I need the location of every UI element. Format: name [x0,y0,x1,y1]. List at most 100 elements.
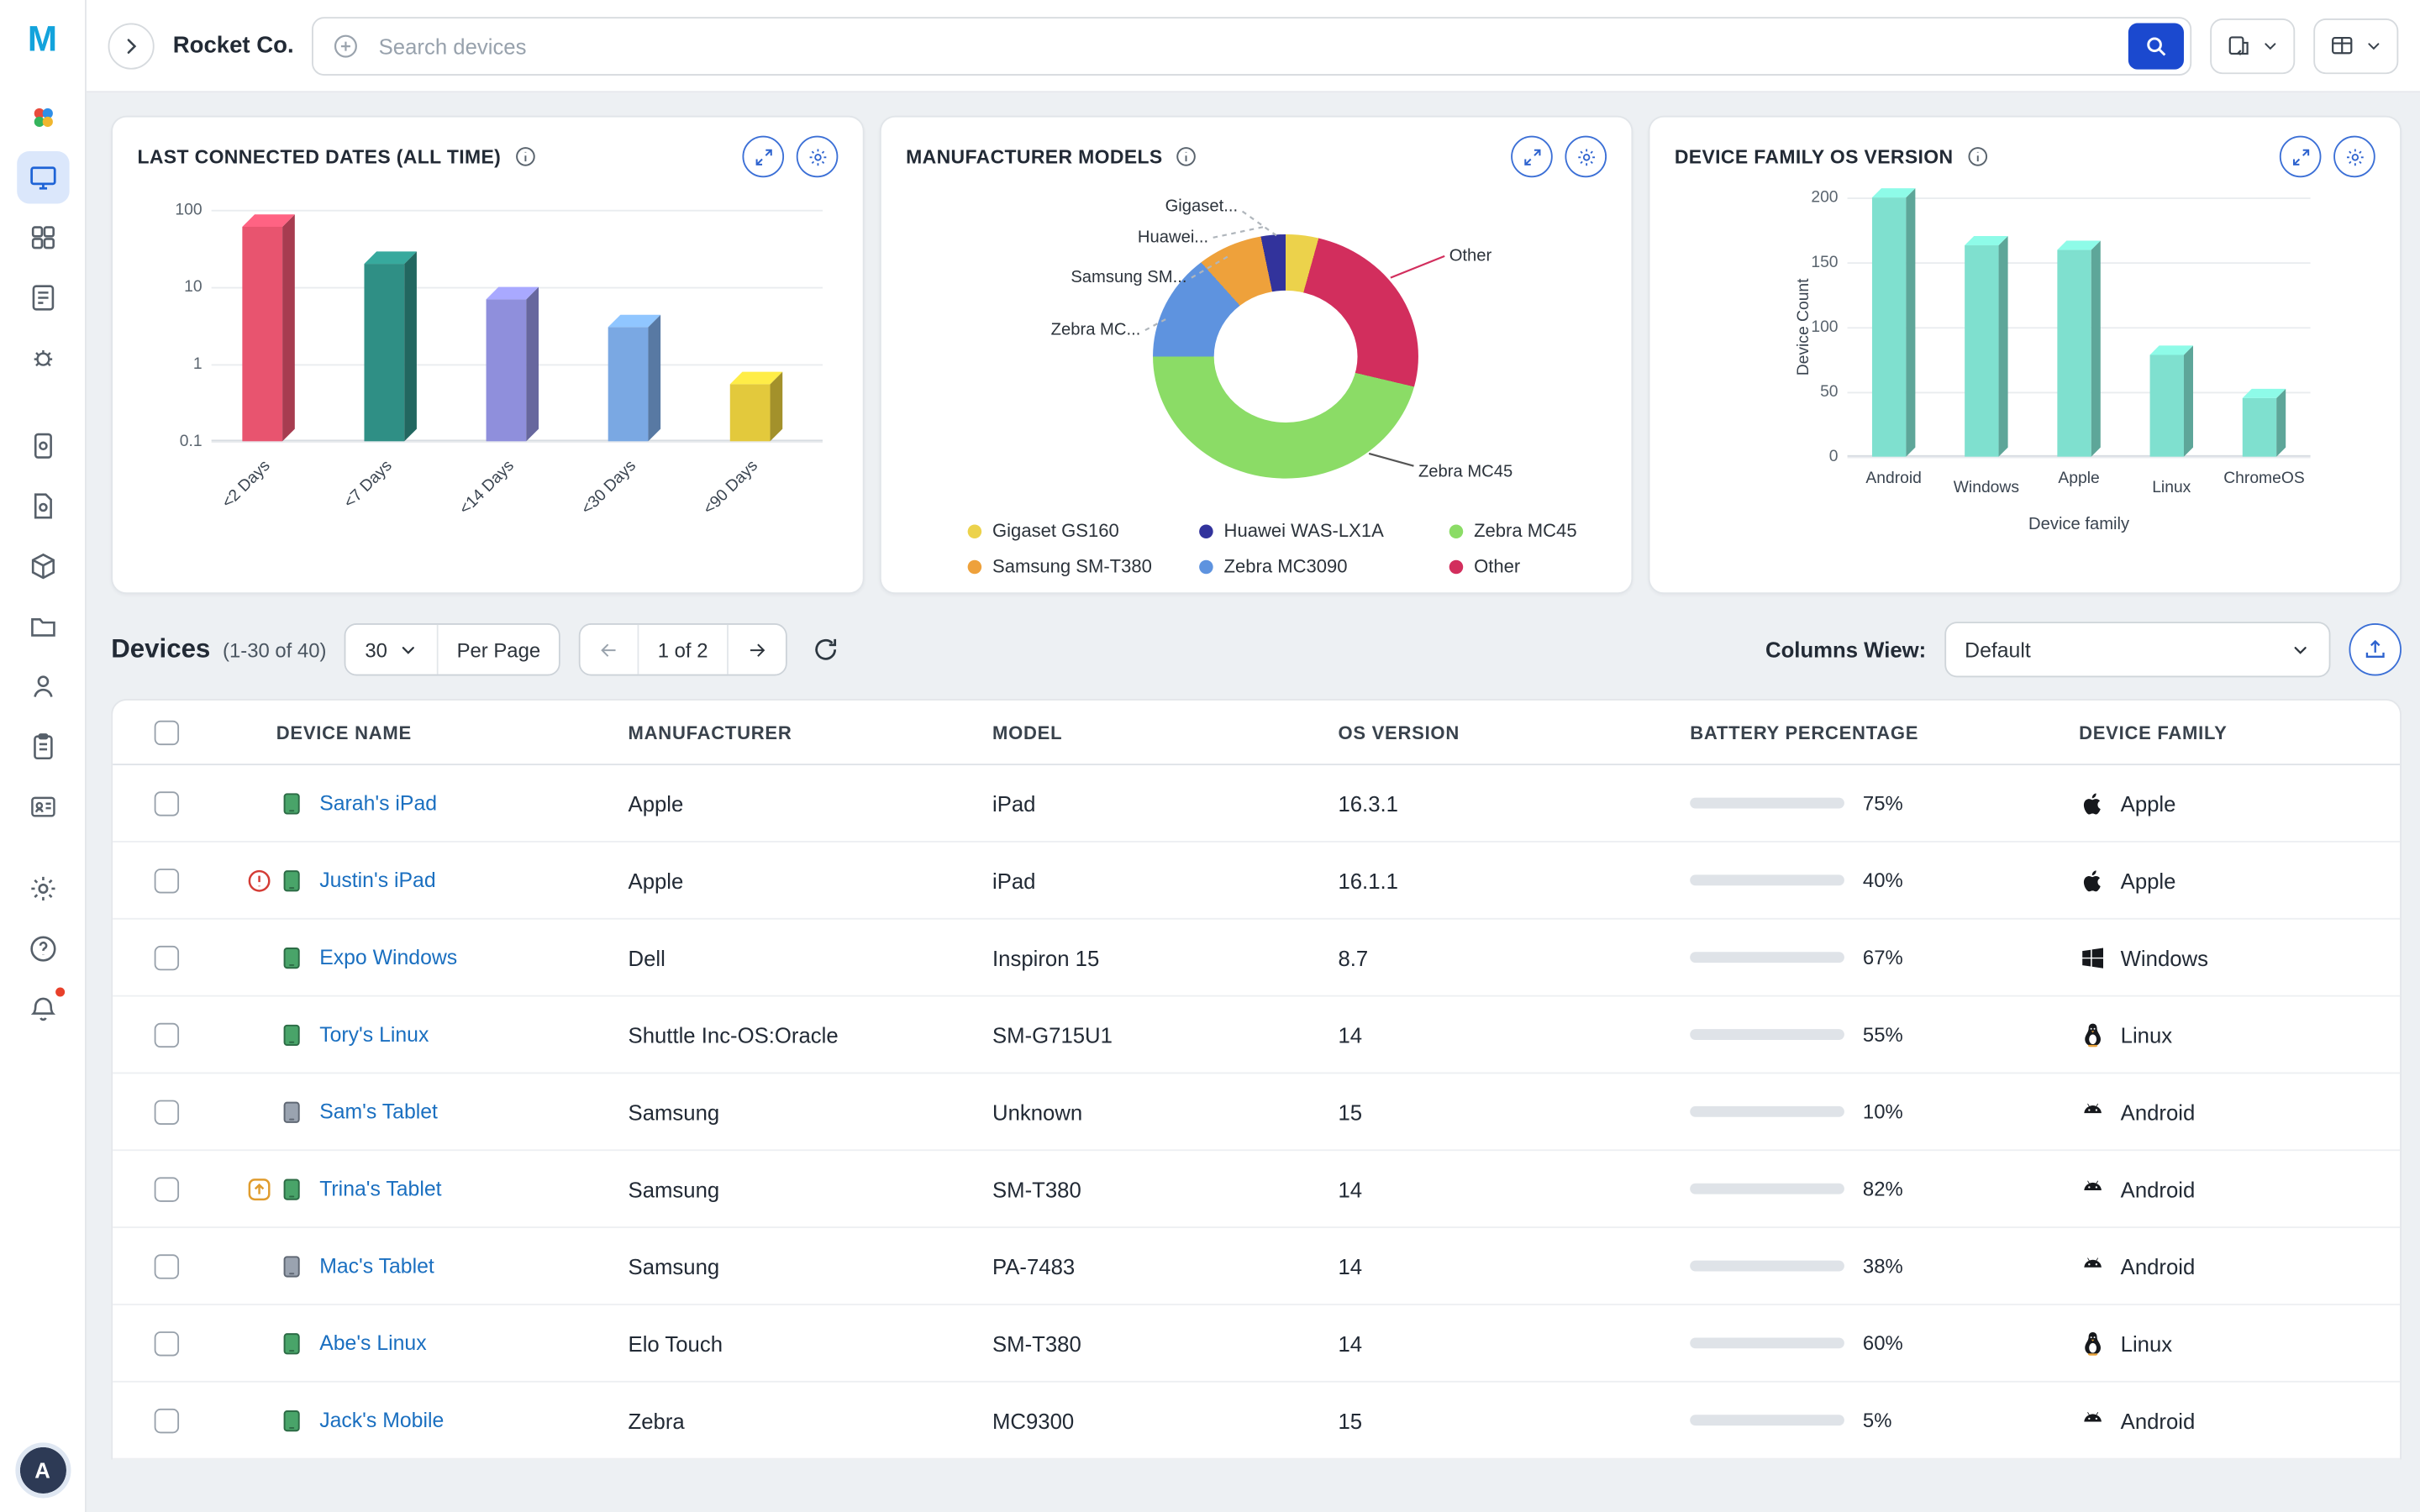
expand-chart-button[interactable] [2280,136,2322,178]
sidebar-item-users[interactable] [16,660,68,712]
expand-icon [2290,146,2312,168]
prev-page-button[interactable] [581,625,639,675]
row-checkbox[interactable] [155,1100,179,1124]
donut-chart[interactable] [1153,234,1418,479]
app-logo[interactable]: M [28,18,57,60]
battery-bar [1690,1261,1844,1272]
per-page-select[interactable]: 30 [346,625,438,675]
row-checkbox[interactable] [155,868,179,892]
sidebar-item-device-settings[interactable] [16,420,68,472]
sidebar-item-folders[interactable] [16,600,68,652]
device-name-link[interactable]: Mac's Tablet [319,1254,434,1278]
battery-bar [1690,1337,1844,1348]
sidebar-expand-button[interactable] [108,23,155,69]
manufacturer-cell: Samsung [576,1100,946,1124]
sidebar-item-devices-monitor[interactable] [16,151,68,203]
bar-<7 Days[interactable] [364,264,404,441]
device-family-cell: Linux [2042,1329,2400,1357]
expand-chart-button[interactable] [1511,136,1553,178]
column-header-model[interactable]: MODEL [946,722,1301,743]
table-row[interactable]: Abe's LinuxElo TouchSM-T3801460%Linux [113,1305,2400,1383]
sidebar-item-id-badge[interactable] [16,780,68,832]
notifications-icon [27,994,58,1025]
sidebar-item-packages[interactable] [16,540,68,592]
table-row[interactable]: Expo WindowsDellInspiron 158.767%Windows [113,920,2400,997]
column-header-device-family[interactable]: DEVICE FAMILY [2042,722,2400,743]
device-name-link[interactable]: Trina's Tablet [319,1177,441,1200]
row-checkbox[interactable] [155,1022,179,1047]
legend-item: Samsung SM-T380 [968,555,1200,577]
device-name-link[interactable]: Justin's iPad [319,869,435,892]
sidebar-item-automation[interactable] [16,332,68,384]
users-icon [27,671,58,702]
bar-Android[interactable] [1872,197,1906,457]
chart-legend: Gigaset GS160Huawei WAS-LX1AZebra MC45Sa… [968,520,1634,577]
sidebar-item-apps-colorful[interactable] [16,91,68,143]
info-icon[interactable] [513,145,537,169]
bar-Windows[interactable] [1965,245,1998,456]
column-header-manufacturer[interactable]: MANUFACTURER [576,722,946,743]
table-row[interactable]: Justin's iPadAppleiPad16.1.140%Apple [113,843,2400,920]
device-name-link[interactable]: Expo Windows [319,946,457,969]
search-input[interactable] [376,32,2112,60]
sidebar-item-help[interactable] [16,922,68,974]
device-name-link[interactable]: Abe's Linux [319,1331,426,1355]
bar-Apple[interactable] [2057,249,2091,457]
plus-circle-icon[interactable] [333,32,360,60]
y-tick-label: 100 [1786,318,1838,336]
sidebar-item-settings[interactable] [16,863,68,915]
column-header-device-name[interactable]: DEVICE NAME [221,722,576,743]
row-checkbox[interactable] [155,790,179,815]
view-options-button[interactable] [2313,18,2398,73]
sidebar-item-notifications[interactable] [16,983,68,1035]
info-icon[interactable] [1965,145,1989,169]
sidebar-item-inventory[interactable] [16,721,68,773]
bar-<30 Days[interactable] [608,328,649,442]
sidebar-item-enrollment-form[interactable] [16,271,68,323]
device-name-link[interactable]: Sarah's iPad [319,791,437,815]
layout-columns-icon [2329,33,2355,59]
os-version-cell: 16.3.1 [1301,790,1655,815]
expand-chart-button[interactable] [742,136,784,178]
bar-<2 Days[interactable] [242,227,282,441]
refresh-button[interactable] [805,629,845,669]
battery-bar [1690,798,1844,809]
row-checkbox[interactable] [155,1177,179,1201]
file-sync-button[interactable] [2210,18,2295,73]
device-name-link[interactable]: Jack's Mobile [319,1409,444,1432]
info-icon[interactable] [1175,145,1198,169]
bar-ChromeOS[interactable] [2243,398,2276,456]
chart-settings-button[interactable] [797,136,839,178]
next-page-button[interactable] [728,625,785,675]
search-button[interactable] [2128,23,2184,69]
table-row[interactable]: Sarah's iPadAppleiPad16.3.175%Apple [113,765,2400,843]
bar-<90 Days[interactable] [730,384,771,441]
sidebar-item-policy-doc[interactable] [16,480,68,532]
device-name-link[interactable]: Tory's Linux [319,1023,429,1047]
row-checkbox[interactable] [155,1253,179,1278]
bar-Linux[interactable] [2150,355,2184,456]
column-header-battery-percentage[interactable]: BATTERY PERCENTAGE [1656,722,2042,743]
table-row[interactable]: Trina's TabletSamsungSM-T3801482%Android [113,1151,2400,1228]
gray-tablet-icon [279,1096,303,1127]
sidebar-item-app-catalog[interactable] [16,212,68,264]
table-row[interactable]: Sam's TabletSamsungUnknown1510%Android [113,1074,2400,1151]
row-checkbox[interactable] [155,1408,179,1432]
columns-view-select[interactable]: Default [1944,622,2330,677]
chart-settings-button[interactable] [1565,136,1607,178]
table-row[interactable]: Jack's MobileZebraMC9300155%Android [113,1383,2400,1460]
select-all-checkbox[interactable] [155,720,179,744]
battery-percent: 75% [1863,791,1903,815]
export-button[interactable] [2349,623,2402,675]
row-checkbox[interactable] [155,945,179,969]
x-tick-label: <30 Days [539,457,639,557]
bar-<14 Days[interactable] [487,299,527,441]
table-row[interactable]: Tory's LinuxShuttle Inc-OS:OracleSM-G715… [113,997,2400,1074]
device-name-link[interactable]: Sam's Tablet [319,1100,438,1124]
chart-settings-button[interactable] [2333,136,2375,178]
column-header-os-version[interactable]: OS VERSION [1301,722,1655,743]
row-checkbox[interactable] [155,1331,179,1355]
user-avatar[interactable]: A [19,1447,66,1494]
table-row[interactable]: Mac's TabletSamsungPA-74831438%Android [113,1228,2400,1305]
green-tablet-icon [279,1404,303,1436]
